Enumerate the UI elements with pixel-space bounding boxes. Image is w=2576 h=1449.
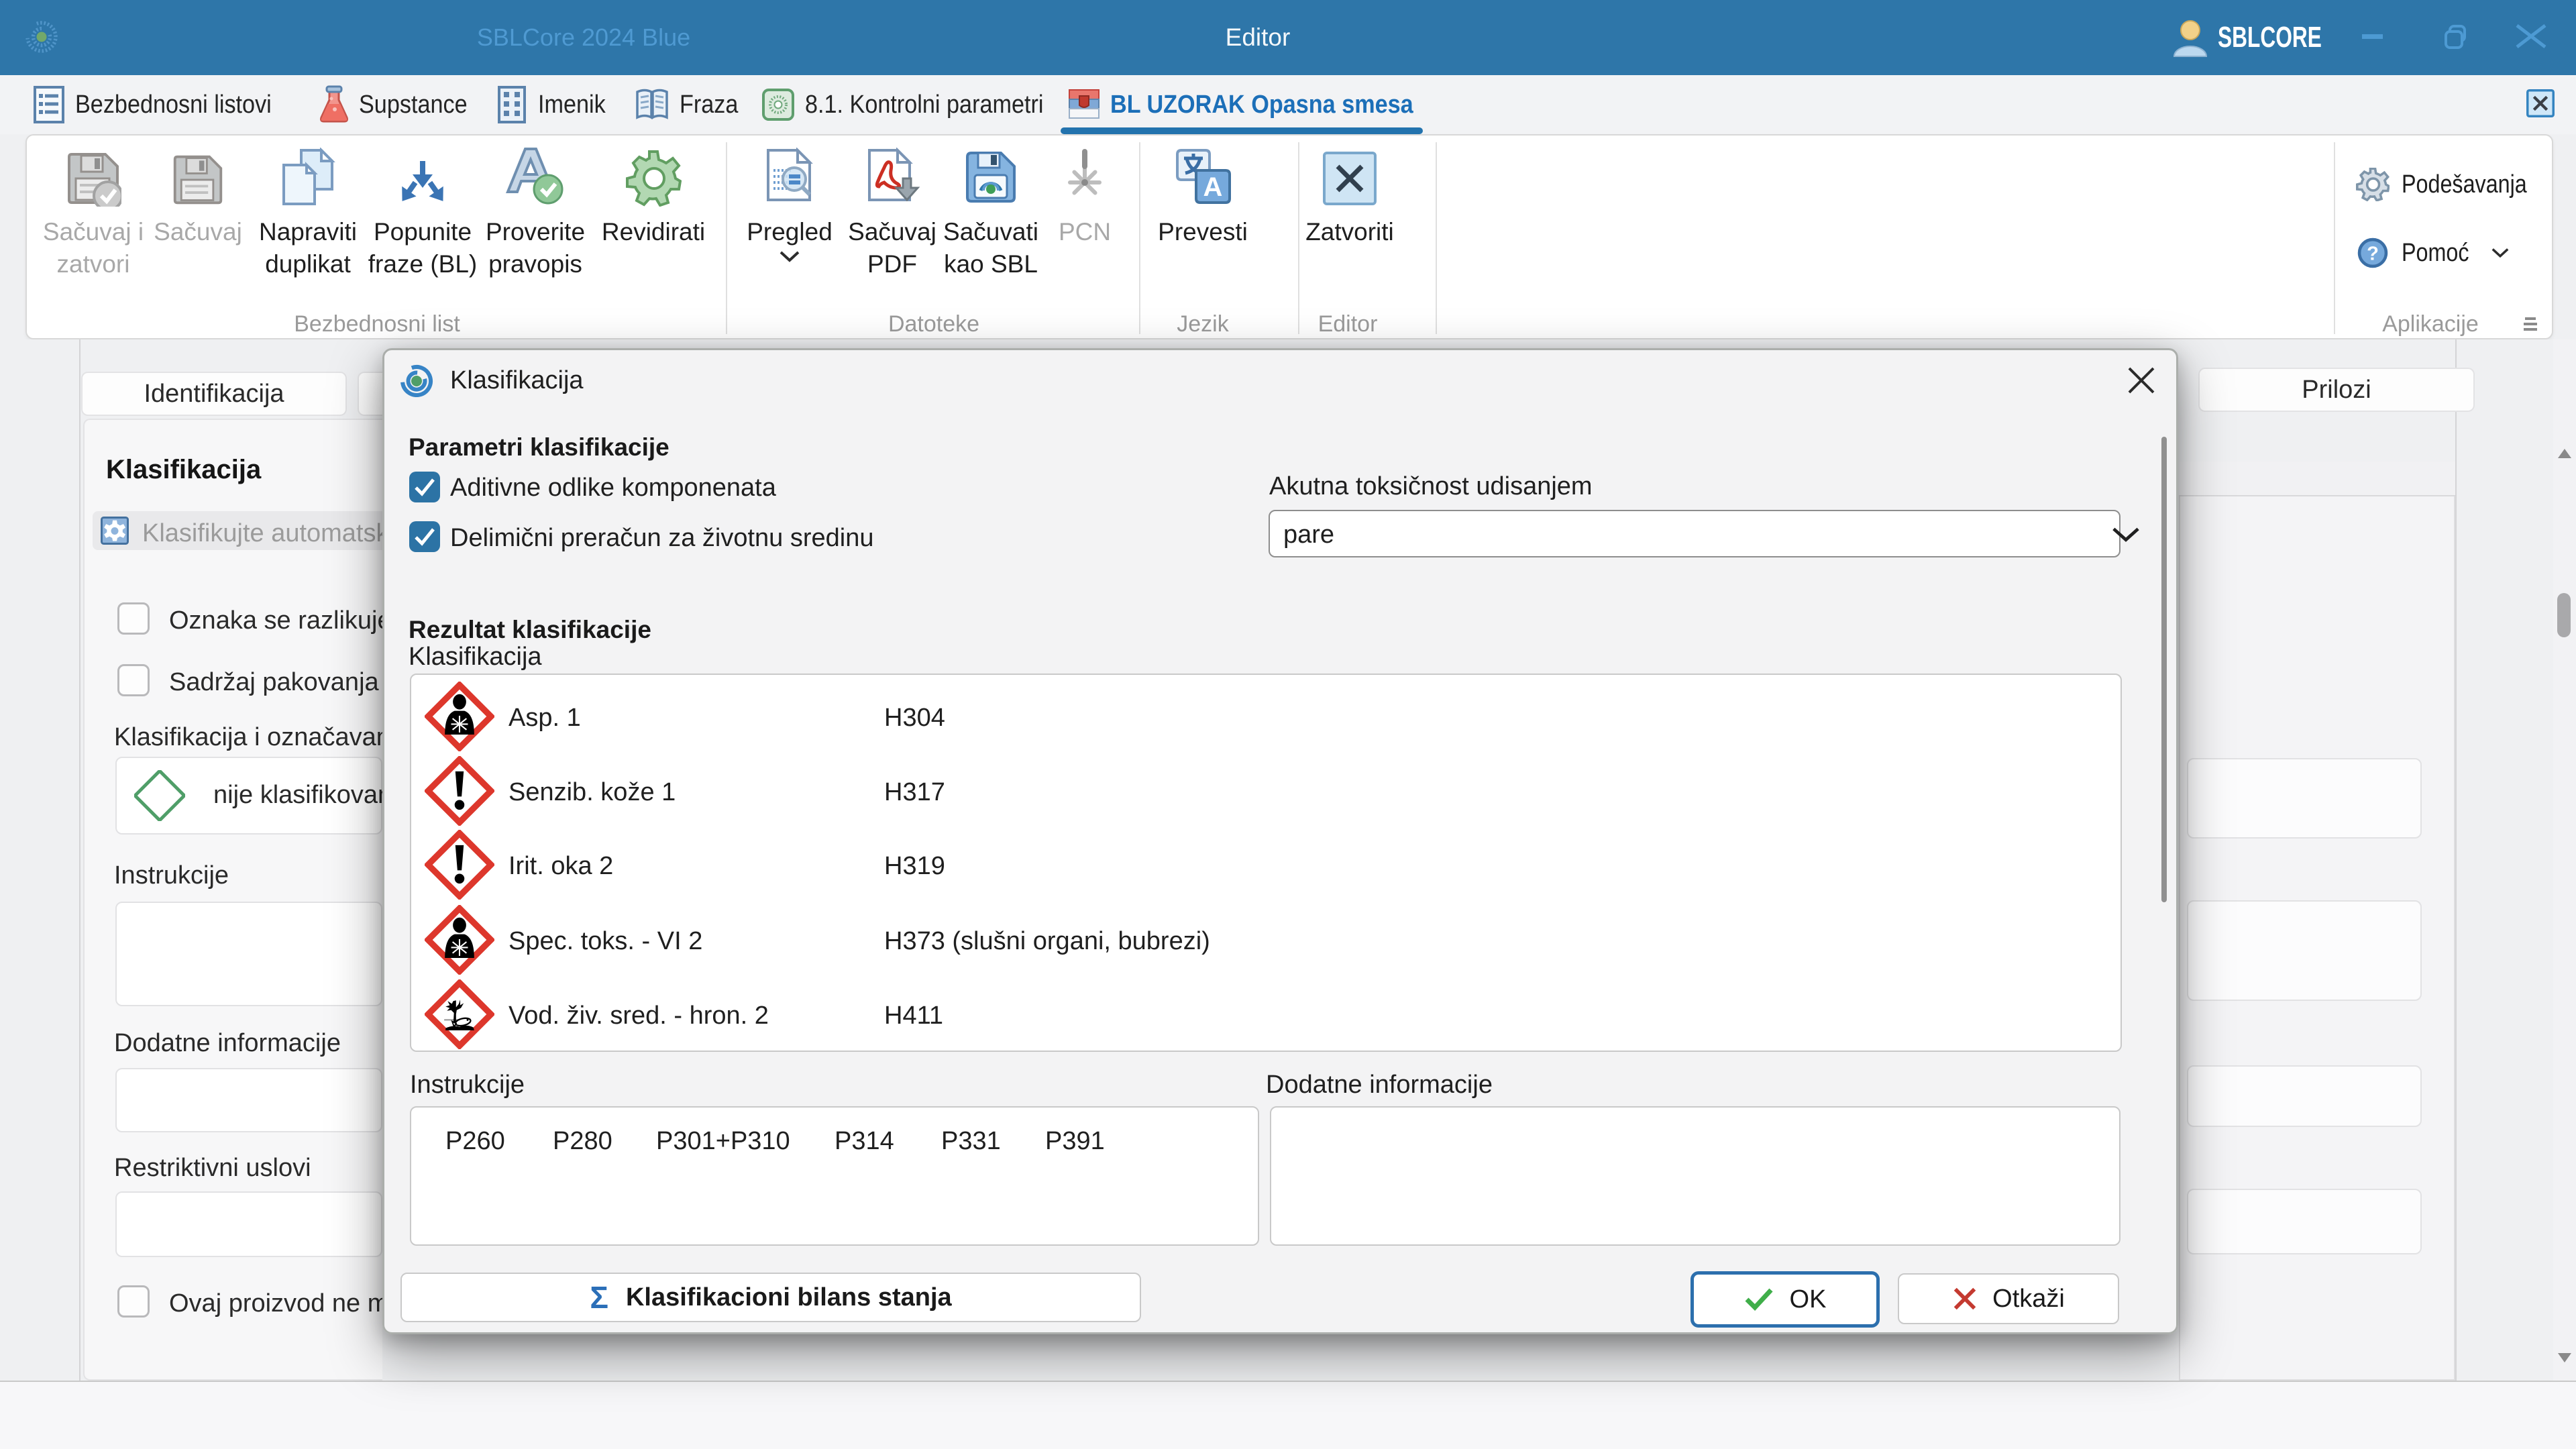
svg-text:?: ?	[2367, 244, 2379, 265]
svg-text:A: A	[1203, 172, 1223, 202]
